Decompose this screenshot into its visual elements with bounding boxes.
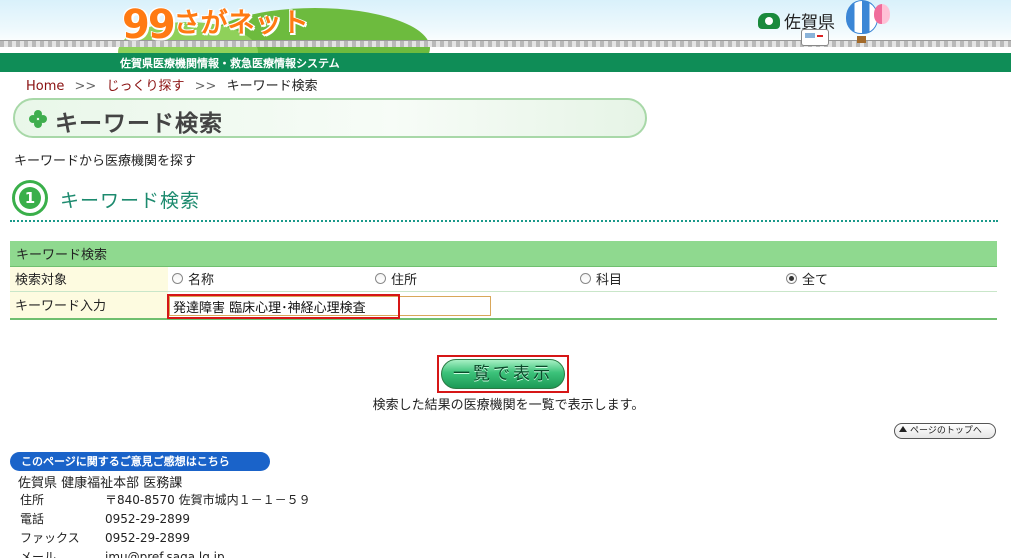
contact-row: 住所 〒840-8570 佐賀市城内１－１－５９ — [20, 490, 311, 509]
site-logo[interactable]: 99さがネット — [122, 2, 309, 48]
logo-text: さがネット — [173, 8, 309, 39]
radio-label: 名称 — [188, 273, 215, 288]
contact-email-link[interactable]: imu@pref.saga.lg.jp — [105, 550, 225, 558]
contact-value: 〒840-8570 佐賀市城内１－１－５９ — [105, 493, 311, 507]
radio-name[interactable]: 名称 — [172, 269, 214, 288]
keyword-input[interactable] — [169, 296, 491, 316]
radio-button-checked-icon — [786, 273, 797, 284]
radio-button-icon — [375, 273, 386, 284]
logo-number: 99 — [122, 2, 176, 48]
prefecture-emblem-icon — [758, 12, 780, 29]
arrow-up-icon — [899, 426, 907, 432]
section-heading: 1 キーワード検索 — [10, 178, 998, 222]
radio-address[interactable]: 住所 — [375, 269, 417, 288]
radio-label: 住所 — [391, 273, 418, 288]
contact-key: 住所 — [20, 493, 45, 507]
radio-button-icon — [172, 273, 183, 284]
clover-icon — [29, 110, 47, 128]
contact-key: メール — [20, 550, 57, 558]
system-name-bar: 佐賀県医療機関情報・救急医療情報システム — [0, 53, 1011, 72]
table-header-row: キーワード検索 — [10, 241, 997, 267]
contact-row: ファックス 0952-29-2899 — [20, 528, 311, 547]
breadcrumb-home-link[interactable]: Home — [26, 79, 64, 94]
radio-label: 全て — [802, 273, 829, 288]
breadcrumb-separator: >> — [194, 79, 217, 94]
step-number-icon: 1 — [12, 180, 48, 216]
contact-row: 電話 0952-29-2899 — [20, 509, 311, 528]
small-balloon-icon — [874, 4, 890, 24]
section-title: キーワード検索 — [60, 190, 201, 212]
page-top-label: ページのトップへ — [910, 426, 982, 436]
breadcrumb-separator: >> — [74, 79, 97, 94]
keyword-row: キーワード入力 — [10, 291, 997, 320]
table-header: キーワード検索 — [10, 241, 997, 267]
search-form-table: キーワード検索 検索対象 名称 住所 科目 全て キーワード入力 — [10, 241, 997, 320]
page-top-button[interactable]: ページのトップへ — [894, 423, 996, 439]
page-description: キーワードから医療機関を探す — [14, 154, 197, 169]
contact-value: 0952-29-2899 — [105, 511, 191, 526]
footer-department: 佐賀県 健康福祉本部 医務課 — [18, 476, 183, 491]
breadcrumb-detailed-search-link[interactable]: じっくり探す — [106, 79, 184, 94]
step-number: 1 — [19, 187, 41, 209]
breadcrumb: Home >> じっくり探す >> キーワード検索 — [26, 75, 318, 94]
page-title-box: キーワード検索 — [13, 98, 647, 138]
site-header: 99さがネット 佐賀県 佐賀県医療機関情報・救急医療情報システム — [0, 0, 1011, 72]
contact-key: ファックス — [20, 531, 80, 545]
radio-department[interactable]: 科目 — [580, 269, 622, 288]
radio-all[interactable]: 全て — [786, 269, 828, 288]
submit-note: 検索した結果の医療機関を一覧で表示します。 — [372, 398, 645, 413]
page-title: キーワード検索 — [55, 111, 223, 137]
footer-contact: 住所 〒840-8570 佐賀市城内１－１－５９ 電話 0952-29-2899… — [20, 490, 311, 558]
breadcrumb-current: キーワード検索 — [226, 79, 318, 94]
system-subtitle: 佐賀県医療機関情報・救急医療情報システム — [120, 57, 340, 70]
radio-label: 科目 — [596, 273, 623, 288]
ambulance-icon — [801, 29, 829, 46]
contact-key: 電話 — [20, 512, 45, 526]
show-list-button[interactable]: 一覧で表示 — [441, 359, 565, 389]
keyword-label: キーワード入力 — [10, 291, 168, 320]
search-target-row: 検索対象 名称 住所 科目 全て — [10, 266, 997, 292]
search-target-label: 検索対象 — [10, 266, 168, 292]
feedback-button[interactable]: このページに関するご意見ご感想はこちら — [10, 452, 270, 471]
contact-row: メール imu@pref.saga.lg.jp — [20, 547, 311, 558]
radio-button-icon — [580, 273, 591, 284]
contact-value: 0952-29-2899 — [105, 530, 191, 545]
balloon-basket-icon — [857, 36, 866, 43]
